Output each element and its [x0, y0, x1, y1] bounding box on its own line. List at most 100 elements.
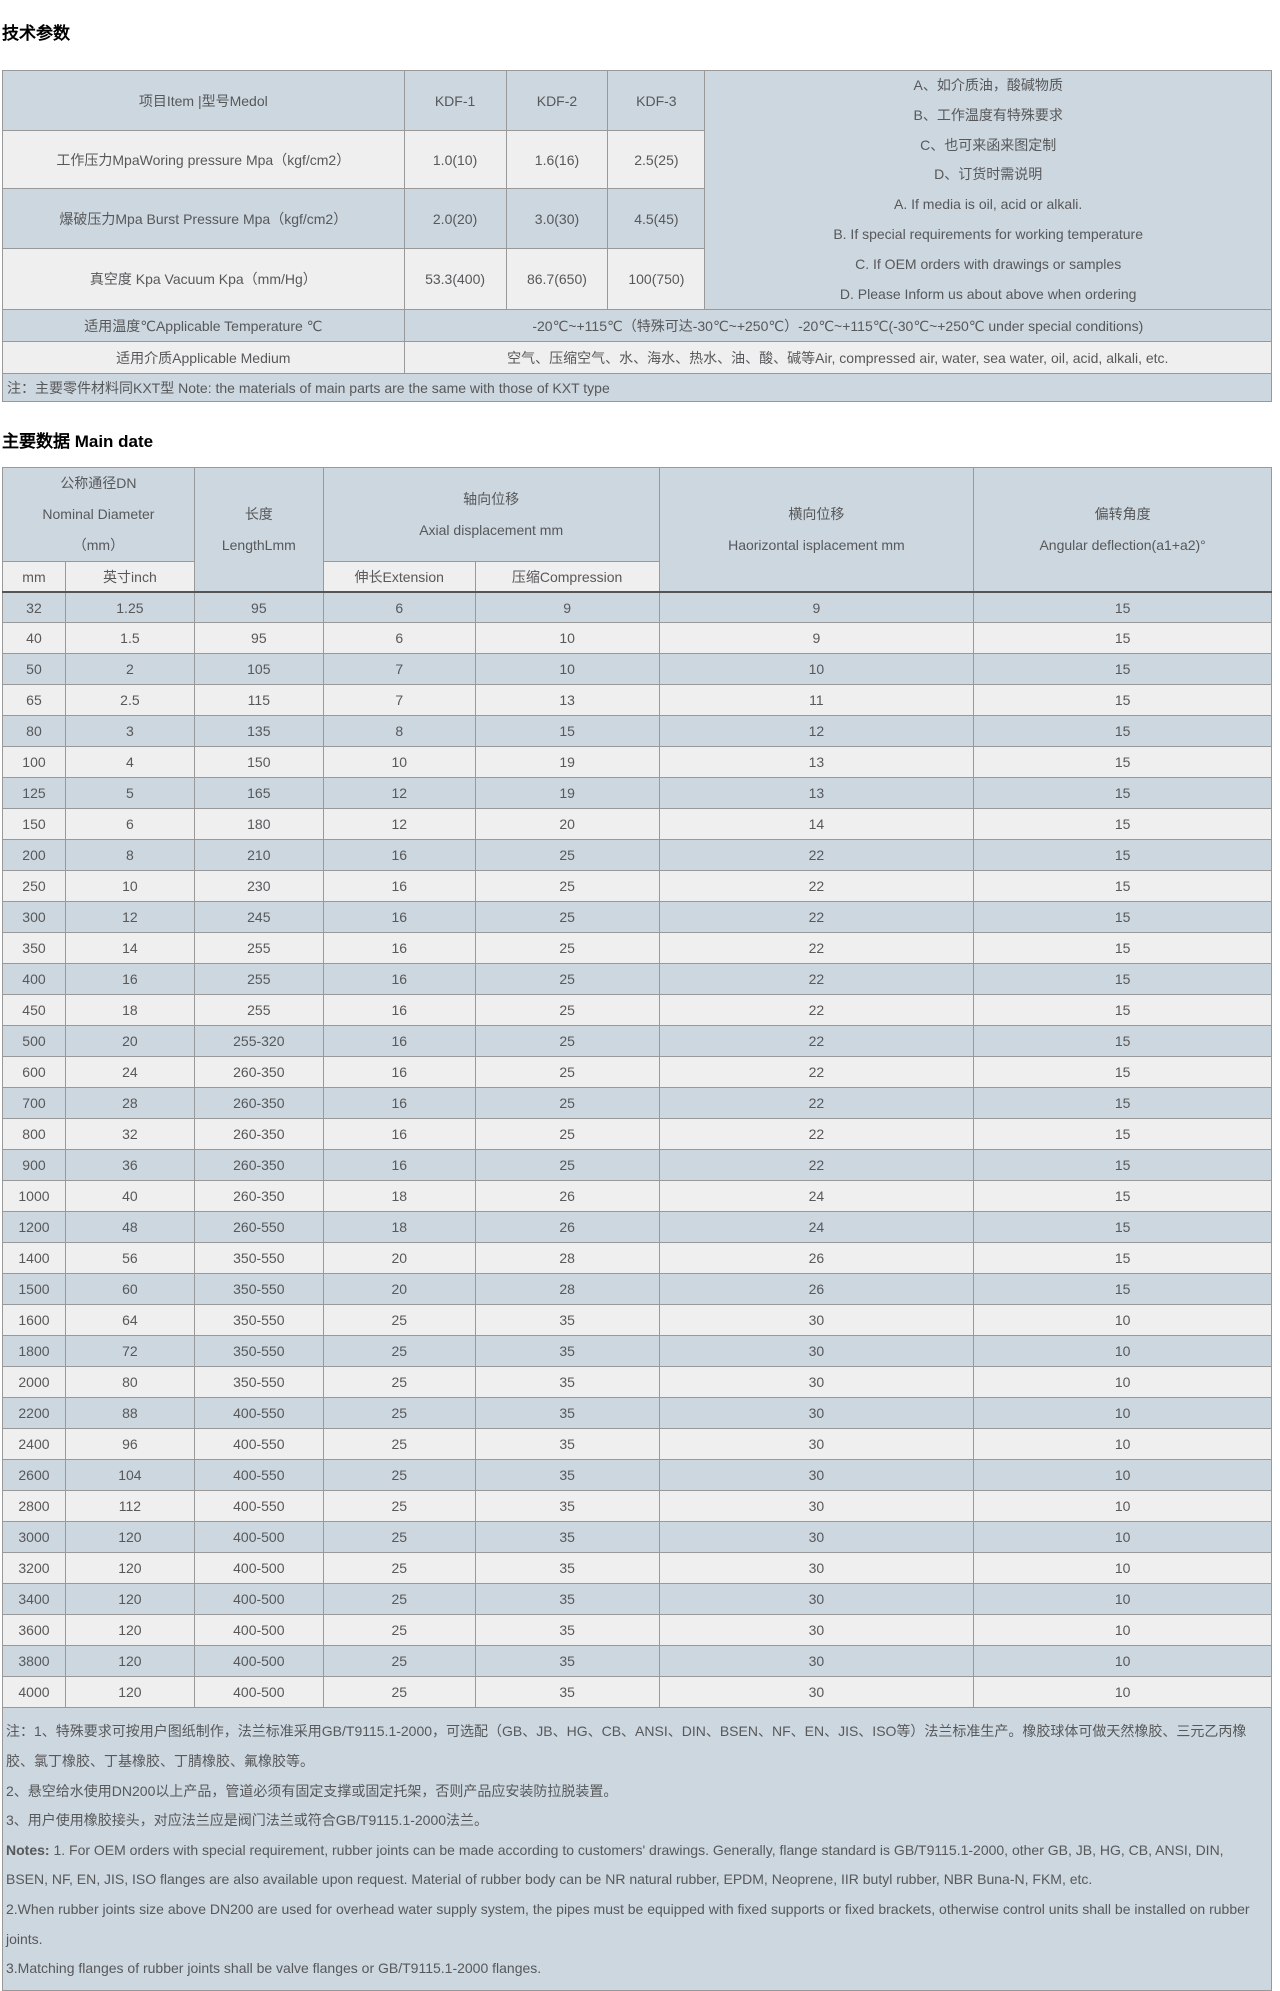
cell: 125 [3, 778, 66, 809]
cell: 80 [3, 716, 66, 747]
note-line-en: Notes: 1. For OEM orders with special re… [6, 1836, 1253, 1895]
cell: 10 [974, 1584, 1272, 1615]
table-row: 8031358151215 [3, 716, 1272, 747]
cell: 16 [323, 871, 475, 902]
cell: 15 [974, 964, 1272, 995]
cell: 35 [475, 1429, 659, 1460]
cell: 18 [323, 1212, 475, 1243]
cell: 25 [323, 1522, 475, 1553]
cell: 112 [65, 1491, 194, 1522]
cell: 260-350 [194, 1181, 323, 1212]
cell: 11 [659, 685, 974, 716]
cell: 15 [974, 623, 1272, 654]
cell: 10 [475, 654, 659, 685]
cell: 2 [65, 654, 194, 685]
cell: 16 [323, 964, 475, 995]
cell: 25 [323, 1429, 475, 1460]
cell: 9 [659, 623, 974, 654]
table-row: 60024260-35016252215 [3, 1057, 1272, 1088]
cell: 15 [974, 1088, 1272, 1119]
cell: 6 [323, 623, 475, 654]
cell: 15 [475, 716, 659, 747]
cell: 19 [475, 778, 659, 809]
cell: 53.3(400) [404, 249, 506, 310]
table-row: 160064350-55025353010 [3, 1305, 1272, 1336]
cell: 24 [659, 1181, 974, 1212]
cell: 60 [65, 1274, 194, 1305]
cell: 150 [3, 809, 66, 840]
cell: 15 [974, 716, 1272, 747]
cell: 260-350 [194, 1057, 323, 1088]
table-row: 2501023016252215 [3, 871, 1272, 902]
side-note-line: A、如介质油，酸碱物质 [709, 71, 1267, 101]
subheader-inch: 英寸inch [65, 562, 194, 592]
table-row: 140056350-55020282615 [3, 1243, 1272, 1274]
header-item-model: 项目Item |型号Medol [3, 71, 405, 131]
cell: 245 [194, 902, 323, 933]
notes-section: 注：1、特殊要求可按用户图纸制作，法兰标准采用GB/T9115.1-2000，可… [2, 1708, 1272, 1990]
cell: 15 [974, 902, 1272, 933]
cell: 2600 [3, 1460, 66, 1491]
cell: 35 [475, 1491, 659, 1522]
cell: 165 [194, 778, 323, 809]
section-title-main-data: 主要数据 Main date [0, 432, 1280, 452]
cell: 2.5 [65, 685, 194, 716]
cell: 16 [323, 1119, 475, 1150]
cell: 400-550 [194, 1429, 323, 1460]
table-row: 3000120400-50025353010 [3, 1522, 1272, 1553]
cell: 88 [65, 1398, 194, 1429]
cell: 35 [475, 1460, 659, 1491]
cell: 14 [65, 933, 194, 964]
cell: 10 [974, 1398, 1272, 1429]
cell: 26 [659, 1243, 974, 1274]
cell: 20 [323, 1243, 475, 1274]
cell: 25 [323, 1367, 475, 1398]
cell: 12 [323, 778, 475, 809]
cell: 25 [475, 871, 659, 902]
cell: 15 [974, 1243, 1272, 1274]
table-row: 5021057101015 [3, 654, 1272, 685]
cell: 15 [974, 747, 1272, 778]
cell: 15 [974, 1026, 1272, 1057]
cell: 96 [65, 1429, 194, 1460]
table-row: 3400120400-50025353010 [3, 1584, 1272, 1615]
cell: 65 [3, 685, 66, 716]
cell: 104 [65, 1460, 194, 1491]
cell: 25 [475, 964, 659, 995]
cell: 15 [974, 809, 1272, 840]
cell: 350 [3, 933, 66, 964]
cell: 56 [65, 1243, 194, 1274]
table-row: 150618012201415 [3, 809, 1272, 840]
cell: 1.6(16) [506, 131, 608, 189]
cell: 48 [65, 1212, 194, 1243]
cell: 255 [194, 995, 323, 1026]
cell: 15 [974, 1212, 1272, 1243]
cell: 115 [194, 685, 323, 716]
section-title-tech-params: 技术参数 [0, 24, 1280, 44]
cell: 9 [659, 592, 974, 623]
cell: 25 [323, 1491, 475, 1522]
cell: 600 [3, 1057, 66, 1088]
cell: 15 [974, 1181, 1272, 1212]
cell: 255-320 [194, 1026, 323, 1057]
cell: 50 [3, 654, 66, 685]
cell: 350-550 [194, 1336, 323, 1367]
table-row: 3200120400-50025353010 [3, 1553, 1272, 1584]
cell: 13 [659, 778, 974, 809]
cell: 35 [475, 1677, 659, 1708]
header-row: 公称通径DN Nominal Diameter （mm） 长度 LengthLm… [3, 468, 1272, 562]
header-model-kdf1: KDF-1 [404, 71, 506, 131]
cell: 10 [974, 1522, 1272, 1553]
table-row: 50020255-32016252215 [3, 1026, 1272, 1057]
cell: 24 [65, 1057, 194, 1088]
table-row: 220088400-55025353010 [3, 1398, 1272, 1429]
cell: 16 [323, 1088, 475, 1119]
table-row: 150060350-55020282615 [3, 1274, 1272, 1305]
cell: 10 [475, 623, 659, 654]
cell: 260-350 [194, 1119, 323, 1150]
cell: 6 [65, 809, 194, 840]
cell: 20 [65, 1026, 194, 1057]
table-row: 240096400-55025353010 [3, 1429, 1272, 1460]
cell: 700 [3, 1088, 66, 1119]
cell: 400 [3, 964, 66, 995]
